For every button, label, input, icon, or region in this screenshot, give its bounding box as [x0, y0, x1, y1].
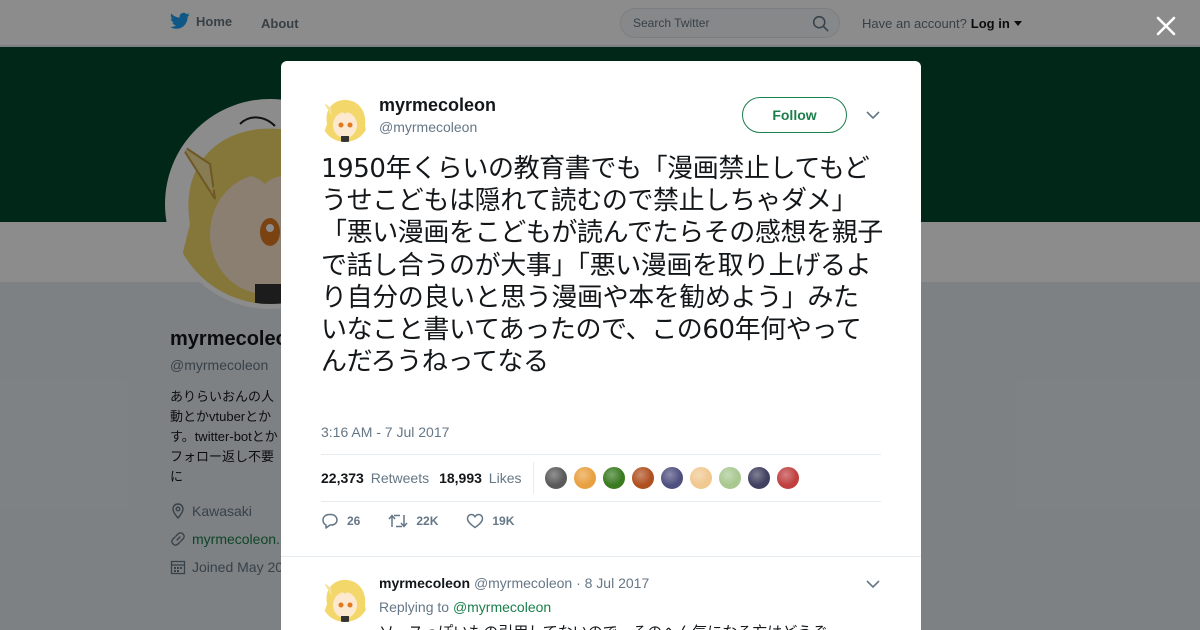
liker-avatar[interactable] [602, 466, 627, 490]
reply-action[interactable]: 26 [321, 513, 360, 529]
like-count: 19K [492, 514, 515, 528]
chevron-down-icon[interactable] [866, 579, 880, 589]
replying-to: Replying to @myrmecoleon [379, 599, 551, 615]
like-action[interactable]: 19K [466, 513, 514, 529]
reply-count: 26 [347, 514, 361, 528]
retweet-count: 22K [416, 514, 439, 528]
retweet-action[interactable]: 22K [388, 513, 438, 529]
liker-avatar[interactable] [573, 466, 598, 490]
liker-avatar[interactable] [631, 466, 656, 490]
liker-avatar[interactable] [689, 466, 714, 490]
reply-tweet[interactable]: myrmecoleon @myrmecoleon · 8 Jul 2017 Re… [281, 556, 921, 630]
reply-date[interactable]: · 8 Jul 2017 [576, 575, 649, 591]
reply-author-avatar[interactable] [321, 574, 369, 622]
anime-character-avatar-icon [321, 94, 369, 142]
chevron-down-icon[interactable] [866, 110, 880, 120]
liker-avatar[interactable] [747, 466, 772, 490]
replying-to-prefix: Replying to [379, 599, 450, 615]
reply-text: ソースっぽいもの引用してないので、そのへん気になる方はどうぞ [379, 621, 827, 630]
follow-button[interactable]: Follow [742, 97, 847, 133]
tweet-author-name[interactable]: myrmecoleon [379, 95, 496, 116]
reply-header: myrmecoleon @myrmecoleon · 8 Jul 2017 [379, 575, 649, 591]
liker-avatar[interactable] [544, 466, 569, 490]
tweet-timestamp[interactable]: 3:16 AM - 7 Jul 2017 [321, 424, 449, 440]
heart-icon [467, 513, 484, 529]
retweet-icon [388, 514, 408, 528]
retweets-label: Retweets [370, 470, 430, 486]
reply-author-handle[interactable]: @myrmecoleon [474, 575, 572, 591]
liker-avatar[interactable] [718, 466, 743, 490]
replying-to-mention[interactable]: @myrmecoleon [453, 599, 551, 615]
liker-avatar[interactable] [660, 466, 685, 490]
liker-avatar[interactable] [776, 466, 801, 490]
retweets-count: 22,373 [321, 470, 364, 486]
tweet-author-handle[interactable]: @myrmecoleon [379, 119, 477, 135]
tweet-stats: 22,373 Retweets 18,993 Likes [321, 454, 881, 502]
tweet-text: 1950年くらいの教育書でも「漫画禁止してもどうせこどもは隠れて読むので禁止しち… [321, 154, 883, 378]
anime-character-avatar-icon [321, 574, 369, 622]
liker-avatars [544, 466, 801, 490]
tweet-actions: 26 22K 19K [321, 513, 542, 529]
tweet-modal: myrmecoleon @myrmecoleon Follow 1950年くらい… [281, 61, 921, 630]
stats-divider [533, 462, 535, 494]
tweet-author-avatar[interactable] [321, 94, 369, 142]
likes-count: 18,993 [439, 470, 482, 486]
close-icon[interactable] [1152, 12, 1180, 40]
reply-icon [322, 513, 338, 529]
likes-label: Likes [488, 470, 522, 486]
likes-stat[interactable]: 18,993 Likes [439, 470, 521, 486]
retweets-stat[interactable]: 22,373 Retweets [321, 470, 429, 486]
reply-author-name[interactable]: myrmecoleon [379, 575, 470, 591]
